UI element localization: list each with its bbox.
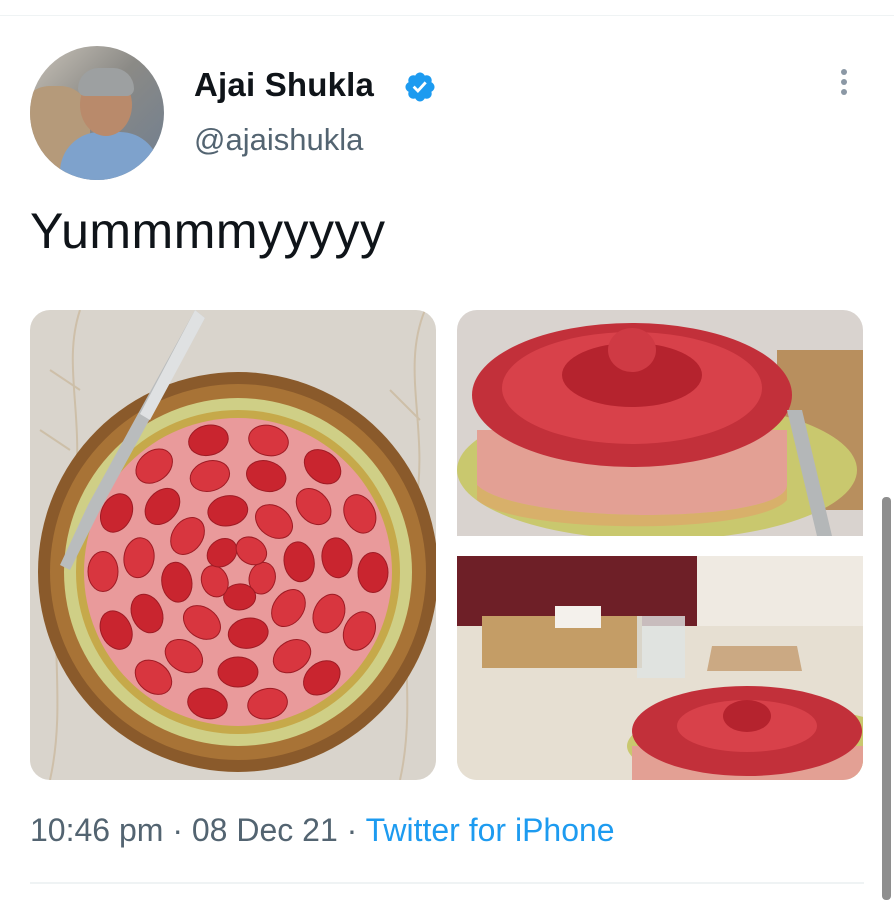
- bottom-divider: [30, 882, 864, 884]
- more-vertical-icon[interactable]: [830, 66, 858, 106]
- avatar[interactable]: [30, 46, 164, 180]
- tweet-date[interactable]: 08 Dec 21: [192, 812, 338, 848]
- meta-separator: ·: [172, 812, 183, 848]
- media-image-1[interactable]: [30, 310, 436, 780]
- verified-badge-icon: [405, 72, 435, 102]
- tweet-time[interactable]: 10:46 pm: [30, 812, 163, 848]
- top-divider: [0, 15, 894, 16]
- scrollbar[interactable]: [882, 497, 891, 900]
- media-image-3[interactable]: [457, 556, 863, 780]
- author-handle[interactable]: @ajaishukla: [194, 122, 363, 158]
- tweet-meta: 10:46 pm · 08 Dec 21 · Twitter for iPhon…: [30, 812, 615, 849]
- media-image-2[interactable]: [457, 310, 863, 536]
- tweet-text: Yummmmyyyyy: [30, 203, 386, 259]
- author-name[interactable]: Ajai Shukla: [194, 66, 374, 104]
- tweet-source-link[interactable]: Twitter for iPhone: [366, 812, 615, 848]
- meta-separator-2: ·: [346, 812, 358, 848]
